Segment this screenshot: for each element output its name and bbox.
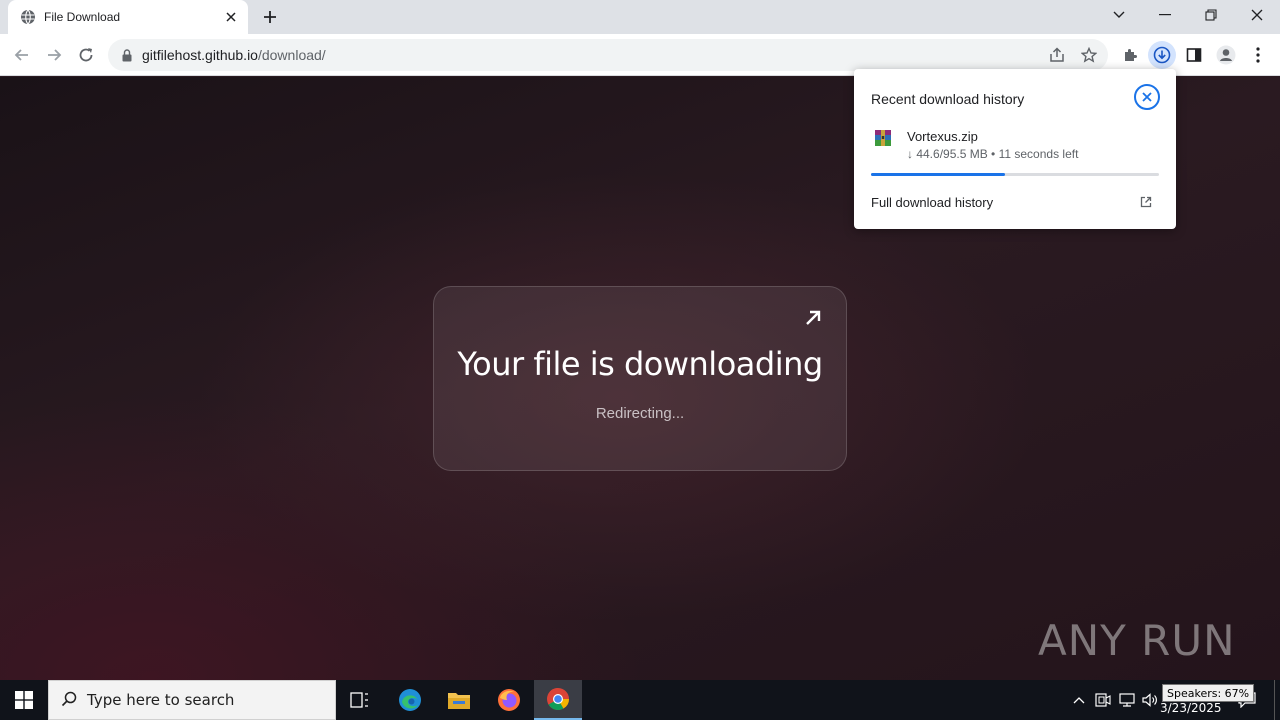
open-external-icon[interactable] [1138,194,1154,210]
show-desktop-button[interactable] [1274,680,1280,720]
url-host: gitfilehost.github.io [142,47,258,63]
restore-button[interactable] [1188,0,1234,30]
close-window-button[interactable] [1234,0,1280,30]
task-view-icon[interactable] [336,680,384,720]
download-progress-bar [871,173,1159,176]
chrome-icon[interactable] [534,680,582,720]
download-status: ↓ 44.6/95.5 MB • 11 seconds left [907,147,1079,161]
back-button[interactable] [8,41,36,69]
download-progress-fill [871,173,1006,176]
url-path: /download/ [257,47,326,63]
anyrun-watermark: ANY RUN [1038,607,1236,673]
reload-button[interactable] [72,41,100,69]
new-tab-button[interactable] [258,5,282,29]
minimize-button[interactable] [1142,0,1188,30]
volume-tooltip: Speakers: 67% [1162,684,1255,702]
tab-close-icon[interactable] [222,8,240,26]
download-bubble: Recent download history Vortexus.zip ↓ 4… [854,69,1176,229]
side-panel-icon[interactable] [1180,41,1208,69]
windows-start-icon[interactable] [0,680,48,720]
tab-title: File Download [44,10,121,24]
firefox-icon[interactable] [485,680,533,720]
extensions-puzzle-icon[interactable] [1116,41,1144,69]
taskbar: Type here to search 3/23/2025 [0,680,1280,720]
watermark-text: ANY RUN [1038,615,1236,665]
globe-icon [20,9,36,25]
full-download-history-link[interactable]: Full download history [871,195,993,210]
address-bar[interactable]: gitfilehost.github.io/download/ [108,39,1108,71]
forward-button[interactable] [40,41,68,69]
bookmark-star-icon[interactable] [1075,41,1103,69]
tab-file-download[interactable]: File Download [8,0,248,34]
share-icon[interactable] [1043,41,1071,69]
taskbar-date[interactable]: 3/23/2025 [1160,701,1222,715]
tray-meet-icon[interactable] [1093,690,1113,710]
download-filename: Vortexus.zip [907,129,978,144]
page-heading: Your file is downloading [457,345,823,383]
downloads-button[interactable] [1148,41,1176,69]
network-icon[interactable] [1117,690,1137,710]
zip-archive-icon [874,129,892,147]
close-icon[interactable] [1134,84,1160,110]
redirect-text: Redirecting... [595,405,685,422]
speaker-volume-icon[interactable] [1141,690,1161,710]
search-icon [61,691,77,710]
download-card: Your file is downloading Redirecting... [433,286,847,471]
profile-avatar-icon[interactable] [1212,41,1240,69]
tab-strip: File Download [0,0,1280,34]
download-item[interactable]: Vortexus.zip ↓ 44.6/95.5 MB • 11 seconds… [871,127,1161,167]
lock-icon[interactable] [120,48,134,62]
menu-kebab-icon[interactable] [1244,41,1272,69]
tray-chevron-up-icon[interactable] [1069,690,1089,710]
tab-search-chevron-icon[interactable] [1096,0,1142,30]
taskbar-search-placeholder: Type here to search [87,691,235,709]
download-bubble-title: Recent download history [871,91,1025,107]
file-explorer-icon[interactable] [435,680,483,720]
external-arrow-icon[interactable] [802,307,824,329]
edge-browser-icon[interactable] [386,680,434,720]
taskbar-search-box[interactable]: Type here to search [48,680,336,720]
